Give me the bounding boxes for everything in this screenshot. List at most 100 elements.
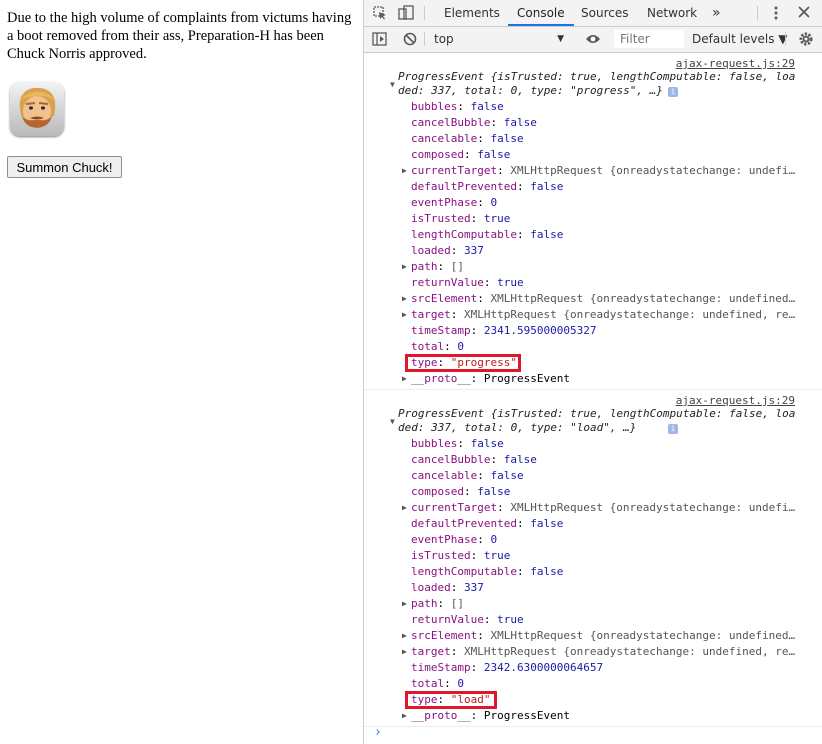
property-row: composed: false xyxy=(411,147,510,163)
chevron-down-icon: ▼ xyxy=(557,34,564,44)
property-value: XMLHttpRequest {onreadystatechange: unde… xyxy=(490,629,796,642)
tab-sources[interactable]: Sources xyxy=(581,0,628,26)
property-row[interactable]: __proto__: ProgressEvent xyxy=(411,371,570,387)
property-value: XMLHttpRequest {onreadystatechange: unde… xyxy=(464,308,796,321)
property-row[interactable]: srcElement: XMLHttpRequest {onreadystate… xyxy=(411,291,795,307)
tab-separator xyxy=(424,6,425,20)
property-value: false xyxy=(490,469,524,482)
property-row[interactable]: target: XMLHttpRequest {onreadystatechan… xyxy=(411,307,795,323)
property-colon: : xyxy=(450,581,464,594)
property-value: [] xyxy=(450,260,464,273)
kebab-menu-icon[interactable] xyxy=(774,6,778,23)
tab-console[interactable]: Console xyxy=(508,0,574,26)
property-colon: : xyxy=(463,485,478,498)
property-row[interactable]: path: [] xyxy=(411,259,464,275)
property-colon: : xyxy=(477,629,491,642)
property-row[interactable]: currentTarget: XMLHttpRequest {onreadyst… xyxy=(411,500,795,516)
property-row[interactable]: __proto__: ProgressEvent xyxy=(411,708,570,724)
highlight-box xyxy=(405,691,497,709)
expand-triangle-icon[interactable]: ▶ xyxy=(402,644,407,660)
property-key: total xyxy=(411,677,445,690)
property-key: srcElement xyxy=(411,629,478,642)
property-key: loaded xyxy=(411,244,451,257)
eye-icon[interactable] xyxy=(585,33,601,48)
property-key: target xyxy=(411,645,451,658)
console-prompt[interactable]: › xyxy=(374,725,382,740)
property-value: false xyxy=(503,453,537,466)
property-colon: : xyxy=(470,549,484,562)
gear-icon[interactable] xyxy=(798,31,814,50)
property-row[interactable]: srcElement: XMLHttpRequest {onreadystate… xyxy=(411,628,795,644)
property-colon: : xyxy=(470,212,484,225)
expand-triangle-icon[interactable]: ▼ xyxy=(390,80,395,89)
property-colon: : xyxy=(437,597,451,610)
expand-triangle-icon[interactable]: ▶ xyxy=(402,163,407,179)
property-colon: : xyxy=(450,244,464,257)
source-link[interactable]: ajax-request.js:29 xyxy=(676,394,795,407)
expand-triangle-icon[interactable]: ▶ xyxy=(402,500,407,516)
property-row: cancelable: false xyxy=(411,468,524,484)
more-tabs-icon[interactable]: » xyxy=(712,0,721,26)
event-summary-line: ProgressEvent {isTrusted: true, lengthCo… xyxy=(398,407,796,420)
tab-network[interactable]: Network xyxy=(647,0,697,26)
property-key: cancelBubble xyxy=(411,116,491,129)
property-colon: : xyxy=(457,100,471,113)
property-key: cancelable xyxy=(411,132,478,145)
property-colon: : xyxy=(477,533,491,546)
property-row[interactable]: currentTarget: XMLHttpRequest {onreadyst… xyxy=(411,163,795,179)
property-value: XMLHttpRequest {onreadystatechange: unde… xyxy=(510,501,796,514)
context-value: top xyxy=(434,32,454,46)
show-sidebar-icon[interactable] xyxy=(372,32,387,49)
property-key: composed xyxy=(411,485,464,498)
event-summary-line: ProgressEvent {isTrusted: true, lengthCo… xyxy=(398,70,796,83)
expand-triangle-icon[interactable]: ▶ xyxy=(402,259,407,275)
property-value: false xyxy=(530,228,564,241)
property-key: currentTarget xyxy=(411,164,498,177)
event-summary[interactable]: ProgressEvent {isTrusted: true, lengthCo… xyxy=(398,407,796,435)
property-colon: : xyxy=(490,453,504,466)
console-log-entry: ajax-request.js:29 ▼ ProgressEvent {isTrus… xyxy=(364,53,822,390)
property-colon: : xyxy=(470,324,484,337)
property-key: bubbles xyxy=(411,100,458,113)
property-row[interactable]: path: [] xyxy=(411,596,464,612)
tab-elements[interactable]: Elements xyxy=(444,0,500,26)
expand-triangle-icon[interactable]: ▶ xyxy=(402,291,407,307)
event-summary[interactable]: ProgressEvent {isTrusted: true, lengthCo… xyxy=(398,70,796,98)
console-toolbar: top ▼ Default levels ▼ xyxy=(364,27,822,53)
property-key: srcElement xyxy=(411,292,478,305)
expand-triangle-icon[interactable]: ▶ xyxy=(402,596,407,612)
expand-triangle-icon[interactable]: ▶ xyxy=(402,628,407,644)
property-key: bubbles xyxy=(411,437,458,450)
property-colon: : xyxy=(516,180,531,193)
property-colon: : xyxy=(477,292,491,305)
context-selector[interactable]: top ▼ xyxy=(430,30,568,48)
property-row[interactable]: target: XMLHttpRequest {onreadystatechan… xyxy=(411,644,795,660)
property-value: false xyxy=(530,565,564,578)
property-key: returnValue xyxy=(411,613,484,626)
property-value: false xyxy=(530,180,564,193)
filter-input[interactable] xyxy=(614,30,684,48)
property-row: returnValue: true xyxy=(411,275,524,291)
close-icon[interactable] xyxy=(798,6,810,21)
property-key: composed xyxy=(411,148,464,161)
highlight-box xyxy=(405,354,521,372)
property-value: XMLHttpRequest {onreadystatechange: unde… xyxy=(510,164,796,177)
expand-triangle-icon[interactable]: ▶ xyxy=(402,307,407,323)
source-link[interactable]: ajax-request.js:29 xyxy=(676,57,795,70)
expand-triangle-icon[interactable]: ▶ xyxy=(402,371,407,387)
property-row: isTrusted: true xyxy=(411,548,510,564)
console-log-entry: ajax-request.js:29 ▼ ProgressEvent {isTrus… xyxy=(364,390,822,727)
clear-console-icon[interactable] xyxy=(403,32,417,49)
default-levels-dropdown[interactable]: Default levels ▼ xyxy=(692,30,788,48)
property-colon: : xyxy=(483,613,498,626)
property-value: 0 xyxy=(457,677,464,690)
device-toolbar-icon[interactable] xyxy=(398,5,414,24)
property-row: eventPhase: 0 xyxy=(411,195,497,211)
property-value: true xyxy=(497,613,524,626)
property-value: true xyxy=(483,212,511,225)
property-colon: : xyxy=(470,372,484,385)
inspect-element-icon[interactable] xyxy=(373,6,387,23)
expand-triangle-icon[interactable]: ▼ xyxy=(390,417,395,426)
summon-chuck-button[interactable]: Summon Chuck! xyxy=(7,156,122,178)
expand-triangle-icon[interactable]: ▶ xyxy=(402,708,407,724)
